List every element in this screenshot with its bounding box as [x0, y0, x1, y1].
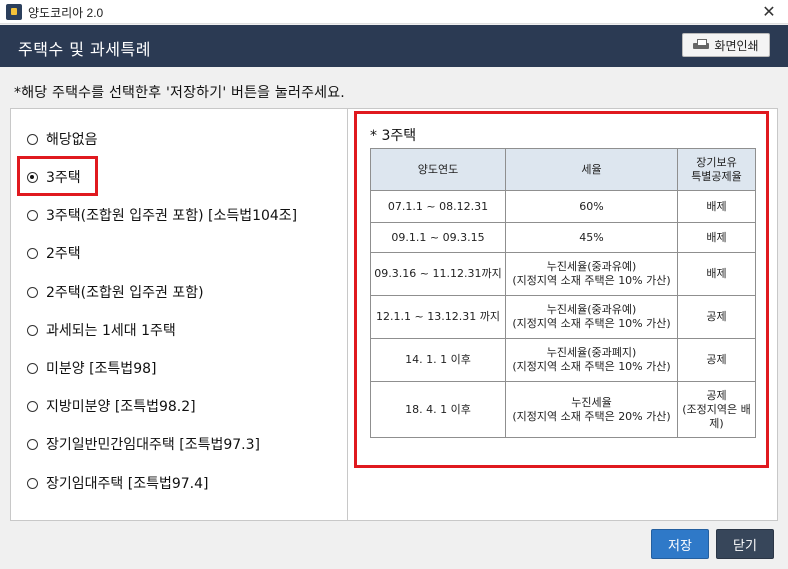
radio-icon[interactable] — [27, 362, 38, 374]
option-3-houses-with-rights[interactable]: 3주택(조합원 입주권 포함) [소득법104조] — [27, 202, 297, 228]
print-screen-button[interactable]: 화면인쇄 — [682, 33, 770, 57]
option-label: 지방미분양 [조특법98.2] — [46, 399, 196, 415]
rate-note: (지정지역 소재 주택은 10% 가산) — [512, 274, 671, 287]
print-screen-label: 화면인쇄 — [714, 38, 759, 53]
rate-cell: 누진세율 (지정지역 소재 주택은 20% 가산) — [505, 381, 678, 438]
deduction-cell: 배제 — [677, 252, 756, 296]
table-row: 14. 1. 1 이후 누진세율(중과폐지) (지정지역 소재 주택은 10% … — [370, 338, 756, 382]
radio-icon[interactable] — [27, 247, 38, 259]
period-cell: 09.3.16 ~ 11.12.31까지 — [370, 252, 506, 296]
radio-icon[interactable] — [27, 438, 38, 450]
option-label: 2주택 — [46, 246, 81, 262]
details-title: * 3주택 — [370, 128, 417, 144]
option-label: 장기임대주택 [조특법97.4] — [46, 476, 209, 492]
column-header-rate: 세율 — [505, 148, 678, 191]
option-label: 2주택(조합원 입주권 포함) — [46, 285, 204, 301]
column-header-deduction-line1: 장기보유 — [696, 155, 737, 169]
housing-count-options-panel: 해당없음 3주택 3주택(조합원 입주권 포함) [소득법104조] 2주택 2… — [10, 108, 347, 521]
app-logo-icon — [6, 4, 22, 20]
option-long-term-private-rental[interactable]: 장기일반민간임대주택 [조특법97.3] — [27, 431, 260, 457]
deduction-cell: 공제 — [677, 338, 756, 382]
radio-icon[interactable] — [27, 477, 38, 489]
save-button[interactable]: 저장 — [651, 529, 709, 559]
instruction-text: *해당 주택수를 선택한후 '저장하기' 버튼을 눌러주세요. — [14, 85, 345, 101]
deduction-cell: 공제 — [677, 295, 756, 339]
window-titlebar: 양도코리아 2.0 ✕ — [0, 0, 788, 24]
column-header-period: 양도연도 — [370, 148, 506, 191]
period-cell: 09.1.1 ~ 09.3.15 — [370, 222, 506, 253]
table-row: 07.1.1 ~ 08.12.31 60% 배제 — [370, 190, 756, 223]
dialog-title: 주택수 및 과세특례 — [18, 40, 151, 59]
rate-cell: 누진세율(중과유예) (지정지역 소재 주택은 10% 가산) — [505, 252, 678, 296]
rate-cell: 누진세율(중과유예) (지정지역 소재 주택은 10% 가산) — [505, 295, 678, 339]
rate-note: (지정지역 소재 주택은 10% 가산) — [512, 360, 671, 373]
rate-note: (지정지역 소재 주택은 10% 가산) — [512, 317, 671, 330]
radio-icon[interactable] — [27, 324, 38, 336]
window-title: 양도코리아 2.0 — [28, 6, 104, 20]
option-long-term-rental[interactable]: 장기임대주택 [조특법97.4] — [27, 470, 208, 496]
deduction-cell: 배제 — [677, 190, 756, 223]
rate-text: 누진세율(중과유예) — [546, 303, 637, 316]
table-row: 09.3.16 ~ 11.12.31까지 누진세율(중과유예) (지정지역 소재… — [370, 252, 756, 296]
option-regional-unsold[interactable]: 지방미분양 [조특법98.2] — [27, 393, 196, 419]
printer-icon — [693, 39, 710, 51]
rate-text: 누진세율(중과유예) — [546, 260, 637, 273]
option-label: 3주택(조합원 입주권 포함) [소득법104조] — [46, 208, 298, 224]
radio-icon[interactable] — [27, 400, 38, 412]
option-label: 3주택 — [46, 170, 81, 186]
radio-icon[interactable] — [27, 286, 38, 298]
period-cell: 07.1.1 ~ 08.12.31 — [370, 190, 506, 223]
period-cell: 18. 4. 1 이후 — [370, 381, 506, 438]
option-2-houses[interactable]: 2주택 — [27, 240, 81, 266]
column-header-deduction: 장기보유 특별공제율 — [677, 148, 756, 191]
rate-text: 누진세율(중과폐지) — [546, 346, 637, 359]
deduction-note: (조정지역은 배제) — [682, 402, 751, 430]
deduction-cell: 배제 — [677, 222, 756, 253]
table-row: 09.1.1 ~ 09.3.15 45% 배제 — [370, 222, 756, 253]
option-2-houses-with-rights[interactable]: 2주택(조합원 입주권 포함) — [27, 279, 204, 305]
window-close-icon[interactable]: ✕ — [758, 1, 780, 23]
period-cell: 12.1.1 ~ 13.12.31 까지 — [370, 295, 506, 339]
deduction-text: 공제 — [706, 388, 727, 402]
tax-rate-table: 양도연도 세율 장기보유 특별공제율 07.1.1 ~ 08.12.31 60%… — [370, 148, 756, 438]
option-label: 과세되는 1세대 1주택 — [46, 323, 176, 339]
table-row: 18. 4. 1 이후 누진세율 (지정지역 소재 주택은 20% 가산) 공제… — [370, 381, 756, 438]
tax-details-panel: * 3주택 양도연도 세율 장기보유 특별공제율 07.1.1 ~ 08.12.… — [347, 108, 778, 521]
dialog-header: 주택수 및 과세특례 화면인쇄 — [0, 25, 788, 67]
option-taxable-single-house[interactable]: 과세되는 1세대 1주택 — [27, 317, 176, 343]
rate-cell: 60% — [505, 190, 678, 223]
option-unsold[interactable]: 미분양 [조특법98] — [27, 355, 156, 381]
rate-note: (지정지역 소재 주택은 20% 가산) — [512, 409, 671, 423]
column-header-deduction-line2: 특별공제율 — [691, 169, 742, 183]
table-row: 12.1.1 ~ 13.12.31 까지 누진세율(중과유예) (지정지역 소재… — [370, 295, 756, 339]
rate-cell: 누진세율(중과폐지) (지정지역 소재 주택은 10% 가산) — [505, 338, 678, 382]
table-header-row: 양도연도 세율 장기보유 특별공제율 — [370, 148, 756, 191]
option-3-houses[interactable]: 3주택 — [27, 164, 81, 190]
rate-cell: 45% — [505, 222, 678, 253]
option-label: 장기일반민간임대주택 [조특법97.3] — [46, 437, 260, 453]
rate-text: 누진세율 — [571, 395, 612, 409]
radio-checked-icon[interactable] — [27, 171, 38, 183]
option-label: 해당없음 — [46, 132, 98, 148]
radio-icon[interactable] — [27, 209, 38, 221]
radio-icon[interactable] — [27, 133, 38, 145]
option-none[interactable]: 해당없음 — [27, 126, 98, 152]
option-label: 미분양 [조특법98] — [46, 361, 157, 377]
close-button[interactable]: 닫기 — [716, 529, 774, 559]
period-cell: 14. 1. 1 이후 — [370, 338, 506, 382]
deduction-cell: 공제 (조정지역은 배제) — [677, 381, 756, 438]
